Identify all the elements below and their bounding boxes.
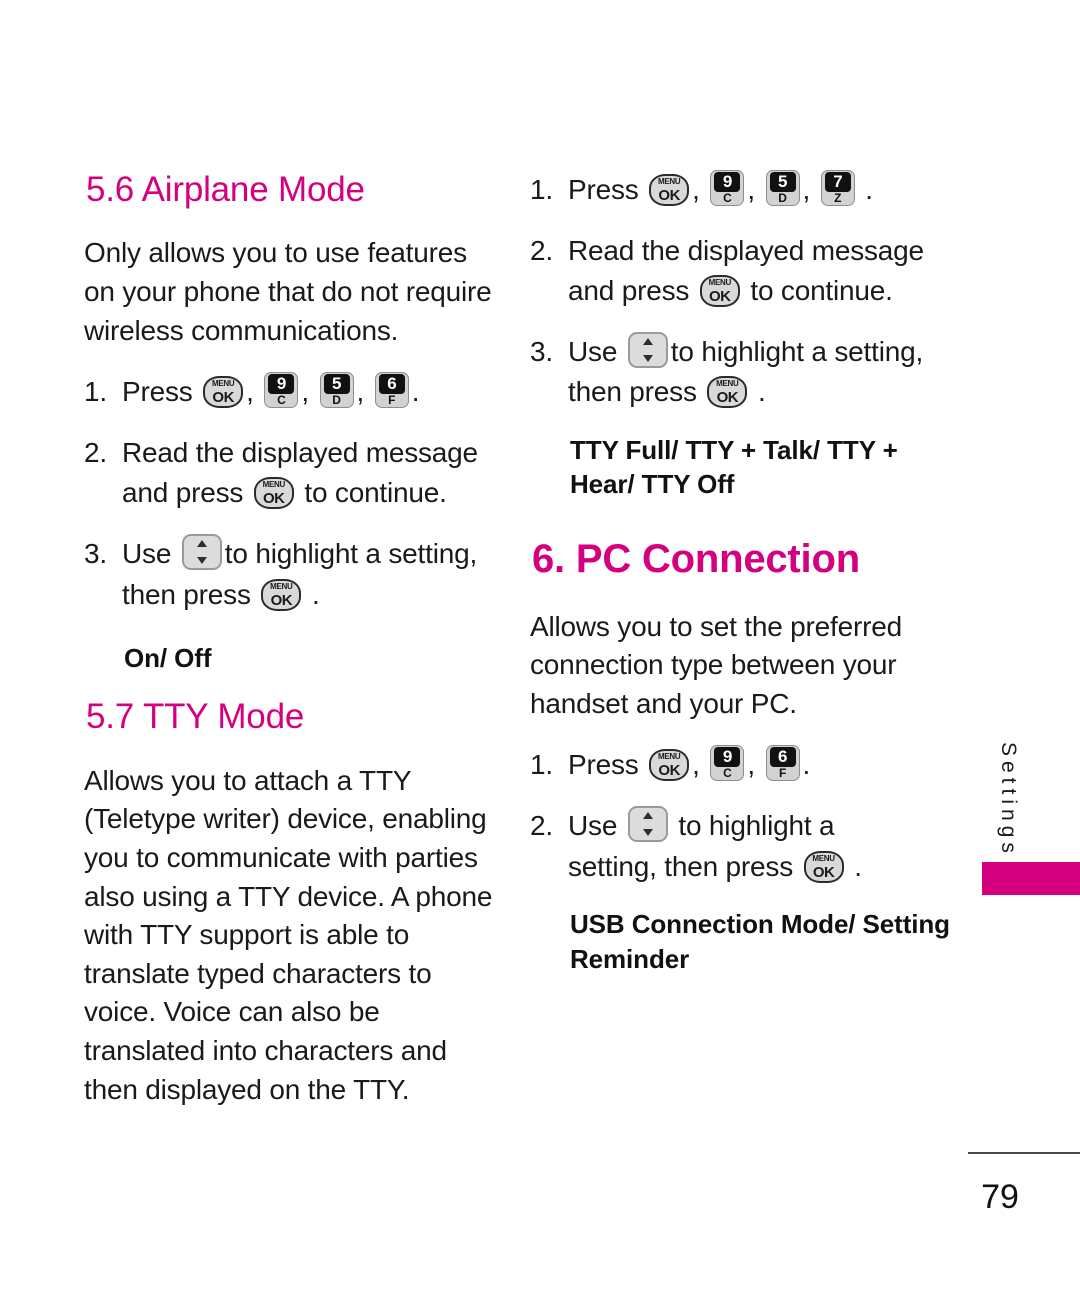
step-number: 2. [84,436,107,468]
step-text-line-1: Use [568,335,618,367]
triangle-down-icon [642,354,653,362]
airplane-step-1: 1. Press MENU OK , 9 C , 5 D , 6 F . [84,372,494,413]
left-column: 5.6 Airplane Mode Only allows you to use… [84,170,494,1131]
airplane-step-2: 2. Read the displayed message and press … [84,433,494,514]
step-text: Press [122,376,193,408]
step-text-line-2: then press [122,578,251,610]
step-trailing: . [411,376,420,408]
step-number: 3. [84,537,107,569]
menu-ok-key-icon: MENU OK [253,477,294,510]
step-number: 2. [530,810,553,842]
navigation-up-down-key-icon [181,533,222,570]
side-tab-marker [982,862,1080,895]
step-number: 3. [530,335,553,367]
step-trailing: . [802,749,811,781]
step-text-line-1: Read the displayed message [122,436,478,468]
heading-pc-connection: 6. PC Connection [532,536,860,581]
step-text: Press [568,749,639,781]
triangle-down-icon [196,556,207,564]
tty-mode-options: TTY Full/ TTY + Talk/ TTY + Hear/ TTY Of… [570,434,898,500]
triangle-down-icon [642,829,653,837]
side-tab-label: Settings [997,742,1020,858]
tty-step-1: 1. Press MENU OK , 9 C , 5 D , 7 Z . [530,170,950,211]
tty-mode-description: Allows you to attach a TTY (Teletype wri… [84,764,493,1105]
menu-ok-key-icon: MENU OK [707,376,748,409]
menu-ok-key-icon: MENU OK [803,850,844,883]
key-6f-icon: 6 F [765,745,800,782]
manual-page: 5.6 Airplane Mode Only allows you to use… [0,0,1080,1295]
step-text-line-2: and press [122,477,244,509]
step-text-line-1-end: to highlight a [678,810,835,842]
key-5d-icon: 5 D [765,170,800,206]
step-text-line-2: then press [568,376,697,408]
menu-ok-key-icon: MENU OK [649,174,690,206]
tty-step-3: 3. Use to highlight a setting, then pres… [530,331,950,413]
step-trailing: . [865,174,873,205]
step-text-line-2: and press [568,275,690,307]
step-text-line-1-end: to highlight a setting, [670,335,924,367]
key-6f-icon: 6 F [374,372,409,409]
menu-ok-key-icon: MENU OK [203,376,244,409]
page-number: 79 [981,1178,1019,1216]
heading-airplane-mode: 5.6 Airplane Mode [86,170,365,209]
triangle-up-icon [196,539,207,547]
step-text-line-2-end: . [757,376,766,408]
key-9c-icon: 9 C [264,372,299,409]
airplane-mode-description: Only allows you to use features on your … [84,237,492,346]
key-5d-icon: 5 D [319,372,354,409]
airplane-step-3: 3. Use to highlight a setting, then pres… [84,533,494,615]
menu-ok-key-icon: MENU OK [261,578,302,611]
step-text-line-2: setting, then press [568,850,793,882]
pc-connection-step-1: 1. Press MENU OK , 9 C , 6 F . [530,745,950,786]
step-text-line-2-end: to continue. [304,477,447,509]
key-7z-icon: 7 Z [820,170,855,206]
step-text-line-2-end: . [854,850,862,882]
menu-ok-key-icon: MENU OK [699,275,740,308]
right-column: 1. Press MENU OK , 9 C , 5 D , 7 Z . 2. … [530,170,950,998]
heading-tty-mode: 5.7 TTY Mode [86,697,305,737]
step-text-line-1: Use [568,810,618,842]
key-9c-icon: 9 C [710,170,745,206]
step-number: 1. [530,749,553,781]
step-text-line-1-end: to highlight a setting, [224,537,478,569]
step-text-line-1: Use [122,537,172,569]
navigation-up-down-key-icon [627,331,668,368]
pc-connection-description: Allows you to set the preferred connecti… [530,610,902,719]
step-number: 1. [530,174,553,205]
step-text-line-2-end: . [311,578,320,610]
navigation-up-down-key-icon [627,806,668,843]
step-number: 2. [530,234,553,266]
step-text-line-1: Read the displayed message [568,234,924,266]
triangle-up-icon [642,337,653,345]
triangle-up-icon [642,812,653,820]
step-number: 1. [84,376,107,408]
airplane-mode-options: On/ Off [124,643,212,674]
key-9c-icon: 9 C [710,745,745,782]
step-text-line-2-end: to continue. [750,275,893,307]
pc-connection-step-2: 2. Use to highlight a setting, then pres… [530,806,950,887]
pc-connection-options: USB Connection Mode/ Setting Reminder [570,909,950,974]
tty-step-2: 2. Read the displayed message and press … [530,231,950,312]
step-text: Press [568,174,639,205]
menu-ok-key-icon: MENU OK [649,749,690,782]
footer-divider [968,1152,1080,1154]
